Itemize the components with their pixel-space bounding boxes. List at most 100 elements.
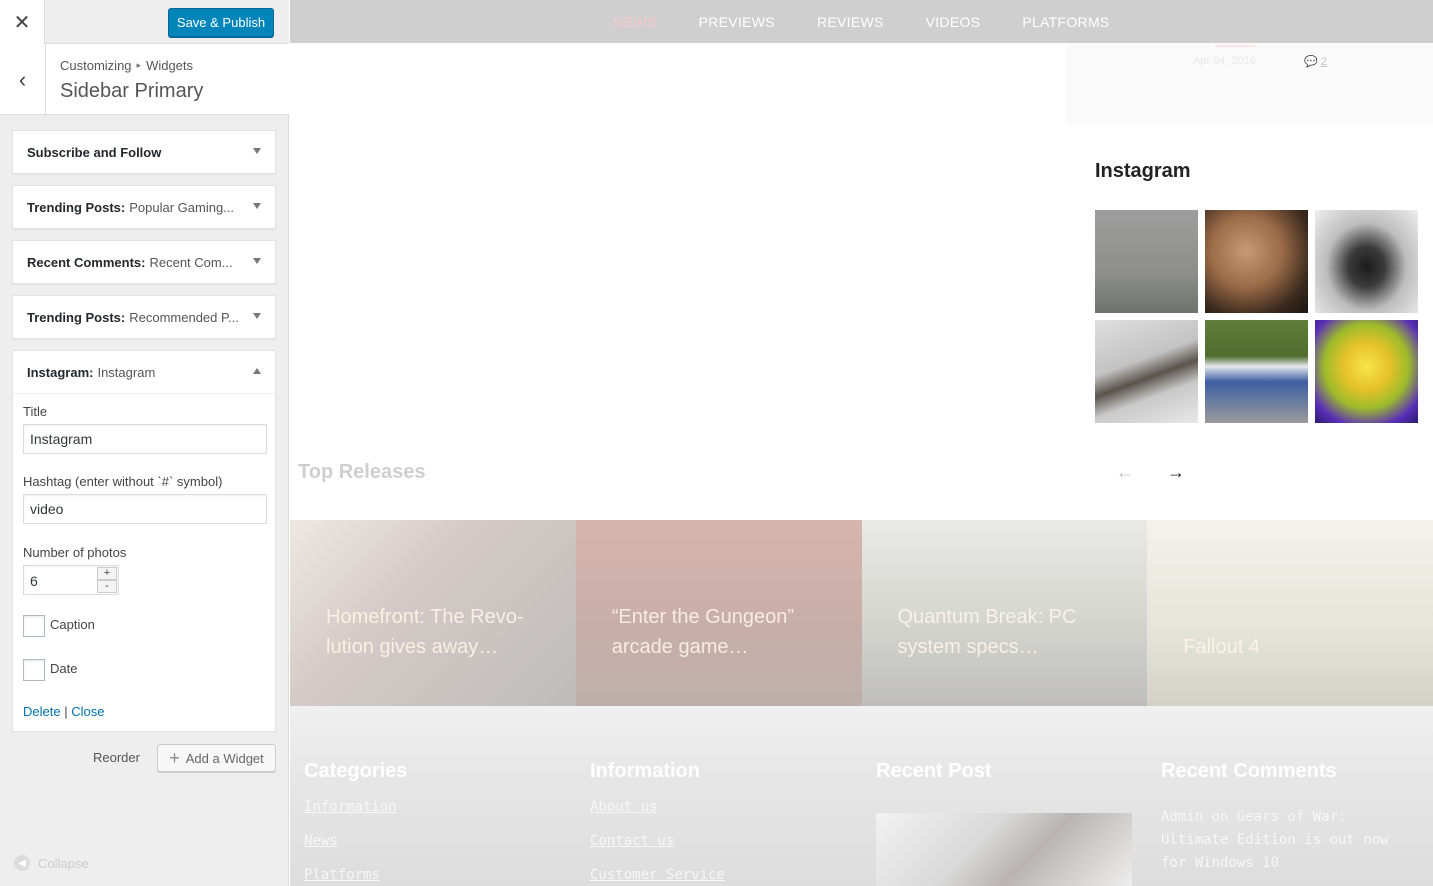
footer-link[interactable]: Customer Service [590,865,725,885]
footer-link[interactable]: Platforms [304,865,407,885]
widget-name: Recent Comments: [27,254,146,270]
breadcrumb: Customizing ▸ Widgets [60,58,193,73]
section-header: ‹ Customizing ▸ Widgets Sidebar Primary [0,44,289,115]
collapse-button[interactable]: ◀ Collapse [14,855,89,871]
chevron-down-icon[interactable] [253,148,261,154]
recent-comment-text[interactable]: Admin on Gears of War: Ultimate Edition … [1161,806,1421,875]
widget-name: Instagram: [27,364,94,380]
caption-checkbox[interactable] [23,615,45,637]
comment-icon: 💬 2 [1304,56,1327,68]
footer-recent-post: Recent Post [876,760,992,783]
close-icon[interactable]: ✕ [0,0,45,44]
date-checkbox[interactable] [23,659,45,681]
footer-link[interactable]: News [304,831,407,851]
instagram-photo[interactable] [1315,320,1418,423]
release-title[interactable]: “Enter the Gungeon” arcade game… [612,602,842,662]
footer-information: Information About us Contact us Customer… [590,760,725,885]
instagram-widget-title: Instagram [1095,160,1191,182]
delete-link[interactable]: Delete [23,704,61,719]
site-preview: NEWS PREVIEWS REVIEWS VIDEOS PLATFORMS A… [290,0,1433,886]
widget-name: Trending Posts: [27,199,126,215]
widget-recent-comments[interactable]: Recent Comments: Recent Com... [12,240,276,284]
photos-value: 6 [30,573,38,589]
recent-post-thumbnail[interactable] [876,813,1132,886]
close-link[interactable]: Close [71,704,104,719]
hashtag-label: Hashtag (enter without `#` symbol) [23,474,223,489]
breadcrumb-separator: ▸ [136,60,142,70]
arrow-right-icon[interactable]: → [1167,462,1185,483]
instagram-photo[interactable] [1205,320,1308,423]
title-label: Title [23,404,48,419]
release-card[interactable]: Quantum Break: PC system specs… [861,520,1148,706]
breadcrumb-current: Widgets [146,58,194,73]
instagram-grid [1095,210,1418,423]
breadcrumb-root: Customizing [60,58,132,73]
caption-label: Caption [50,617,95,632]
post-card: Apr 04, 2016 💬 2 [1066,43,1433,125]
widget-subtitle: Recent Com... [149,254,233,270]
instagram-photo[interactable] [1095,210,1198,313]
nav-reviews[interactable]: REVIEWS [817,14,884,30]
widget-subtitle: Popular Gaming... [129,199,235,215]
reorder-link[interactable]: Reorder [93,750,140,765]
customizer-panel: ✕ Save & Publish ‹ Customizing ▸ Widgets… [0,0,289,886]
top-releases-title: Top Releases [298,461,426,483]
customizer-header: ✕ Save & Publish [0,0,289,44]
chevron-down-icon[interactable] [253,258,261,264]
widget-name: Trending Posts: [27,309,126,325]
footer-link[interactable]: Contact us [590,831,725,851]
post-date: Apr 04, 2016 [1193,55,1256,67]
top-releases-carousel: Homefront: The Revo-lution gives away… “… [290,520,1433,706]
decrement-icon[interactable]: - [97,580,117,593]
add-widget-label: Add a Widget [185,750,264,766]
footer-categories: Categories Information News Platforms [304,760,407,885]
release-title[interactable]: Homefront: The Revo-lution gives away… [326,602,556,662]
title-input[interactable] [23,424,267,454]
widget-subtitle: Recommended P... [129,309,239,325]
release-title[interactable]: Fallout 4 [1183,632,1413,662]
footer-link[interactable]: About us [590,797,725,817]
release-card[interactable]: Fallout 4 [1147,520,1433,706]
action-separator: | [64,704,68,719]
instagram-widget-form: Title Hashtag (enter without `#` symbol)… [12,393,276,732]
collapse-arrow-icon: ◀ [14,855,30,871]
site-footer: Categories Information News Platforms In… [290,706,1433,886]
instagram-photo[interactable] [1315,210,1418,313]
widget-subscribe-and-follow[interactable]: Subscribe and Follow [12,130,276,174]
add-widget-button[interactable]: + Add a Widget [157,744,276,772]
collapse-label: Collapse [38,855,89,871]
release-title[interactable]: Quantum Break: PC system specs… [898,602,1128,662]
photos-number-input[interactable]: 6 + - [23,565,119,595]
chevron-down-icon[interactable] [253,203,261,209]
footer-recent-post-title: Recent Post [876,760,992,782]
increment-icon[interactable]: + [97,567,117,580]
arrow-left-icon[interactable]: ← [1116,462,1134,483]
date-label: Date [50,661,78,676]
widget-trending-posts-popular[interactable]: Trending Posts: Popular Gaming... [12,185,276,229]
widget-trending-posts-recommended[interactable]: Trending Posts: Recommended P... [12,295,276,339]
release-card[interactable]: “Enter the Gungeon” arcade game… [575,520,862,706]
instagram-photo[interactable] [1095,320,1198,423]
widget-instagram[interactable]: Instagram: Instagram [12,350,276,394]
widget-subtitle: Instagram [97,364,156,380]
hashtag-input[interactable] [23,494,267,524]
chevron-up-icon[interactable] [253,368,261,374]
footer-recent-comments: Recent Comments [1161,760,1337,783]
release-card[interactable]: Homefront: The Revo-lution gives away… [290,520,576,706]
nav-videos[interactable]: VIDEOS [926,14,981,30]
section-title: Sidebar Primary [60,80,204,102]
post-comment-count[interactable]: 2 [1321,56,1327,68]
nav-previews[interactable]: PREVIEWS [699,14,775,30]
save-publish-button[interactable]: Save & Publish [168,8,274,37]
footer-information-title: Information [590,760,700,782]
footer-recent-comments-title: Recent Comments [1161,760,1337,782]
nav-news[interactable]: NEWS [613,14,656,30]
footer-link[interactable]: Information [304,797,407,817]
post-meta: Apr 04, 2016 💬 2 [1193,45,1327,68]
back-arrow-icon[interactable]: ‹ [0,44,46,115]
nav-platforms[interactable]: PLATFORMS [1022,14,1109,30]
chevron-down-icon[interactable] [253,313,261,319]
main-nav: NEWS PREVIEWS REVIEWS VIDEOS PLATFORMS [290,0,1433,43]
widget-name: Subscribe and Follow [27,144,162,160]
instagram-photo[interactable] [1205,210,1308,313]
